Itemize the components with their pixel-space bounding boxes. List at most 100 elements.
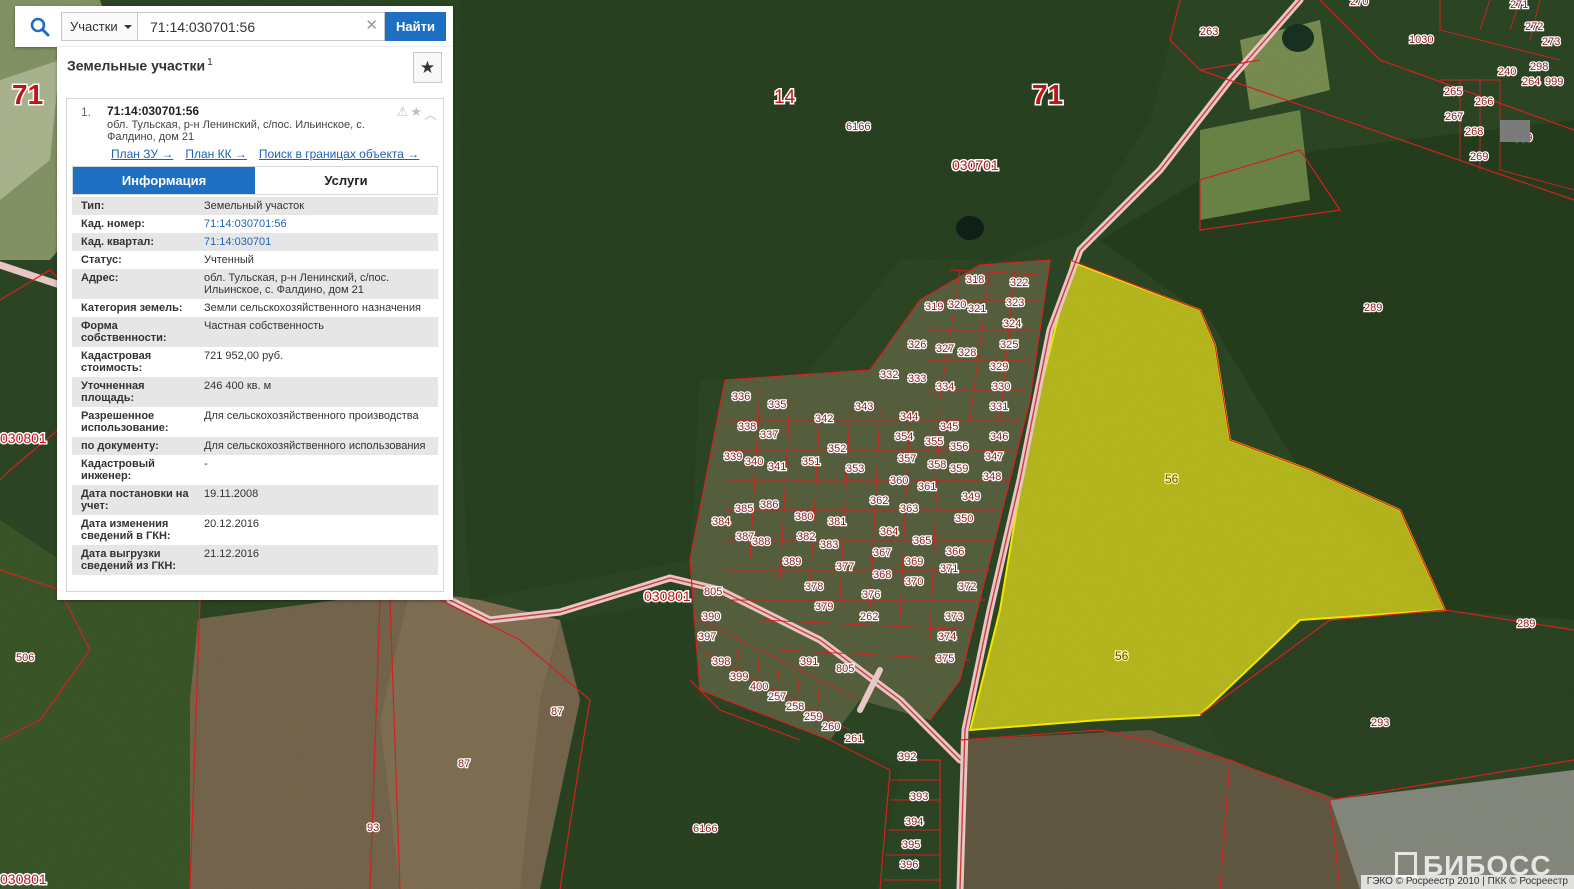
lot-label: 322 [1010,277,1028,289]
lot-label: 376 [862,589,880,601]
lot-label: 361 [918,481,936,493]
lot-label: 258 [786,701,804,713]
lot-label: 319 [925,301,943,313]
info-value: Для сельскохозяйственного использования [204,440,426,452]
find-button[interactable]: Найти [385,12,446,41]
lot-label: 398 [712,656,730,668]
search-input[interactable] [137,12,385,41]
lot-label: 383 [820,539,838,551]
parcel-label: 87 [551,706,563,718]
lot-label: 261 [845,733,863,745]
info-value-link[interactable]: 71:14:030701:56 [194,215,438,233]
lot-label: 260 [822,721,840,733]
lot-label: 382 [797,531,815,543]
info-value: Земельный участок [204,200,305,212]
info-row: Дата изменения сведений в ГКН: 20.12.2016 [72,515,438,545]
lot-label: 273 [1542,36,1560,48]
info-row: Адрес: обл. Тульская, р-н Ленинский, с/по… [72,269,438,299]
close-icon[interactable]: ✕ [365,18,378,34]
parcel-label: 93 [367,822,379,834]
lot-label: 393 [910,791,928,803]
info-key: по документу: [81,440,159,452]
lot-label: 349 [962,491,980,503]
lot-label: 339 [724,451,742,463]
lot-label: 264 [1522,76,1540,88]
lot-label: 268 [1465,126,1483,138]
info-key: Форма собственности: [81,320,167,344]
info-table: Тип: Земельный участок Кад. номер: 71:14:0… [72,197,438,575]
lot-label: 370 [905,576,923,588]
search-in-bounds-link[interactable]: Поиск в границах объекта → [259,147,419,161]
favorites-button[interactable]: ★ [413,52,442,83]
parcel-label: 805 [704,586,722,598]
chevron-up-icon[interactable]: ︿ [424,104,437,123]
info-value: 21.12.2016 [204,548,260,560]
warning-icon[interactable]: ⚠ [397,104,409,123]
lot-label: 335 [768,399,786,411]
region-label: 71 [1032,79,1063,110]
info-value: 19.11.2008 [204,488,259,500]
lot-label: 371 [940,563,958,575]
lot-label: 332 [880,369,898,381]
lot-label: 389 [783,556,801,568]
parcel-label: 506 [16,652,34,664]
lot-label: 372 [958,581,976,593]
lot-label: 379 [815,601,833,613]
lot-label: 380 [795,511,813,523]
lot-label: 395 [902,839,920,851]
lot-label: 358 [928,459,946,471]
lot-label: 367 [873,547,891,559]
map-copyright: ГЭКО © Росреестр 2010 | ПКК © Росреестр [1360,875,1574,889]
search-icon[interactable] [19,6,61,47]
results-title: Земельные участки 1 [67,57,213,74]
lot-label: 298 [1530,61,1548,73]
tab-services[interactable]: Услуги [255,167,437,194]
lot-label: 348 [983,471,1001,483]
info-value-link[interactable]: 71:14:030701 [194,233,438,251]
star-icon[interactable]: ★ [410,104,422,123]
lot-label: 377 [836,561,854,573]
result-number: 1. [81,105,92,119]
lot-label: 390 [702,611,720,623]
parcel-label: 6166 [693,823,717,835]
layer-select[interactable]: Участки [61,12,137,41]
tab-information[interactable]: Информация [73,167,255,194]
lot-label: 375 [936,653,954,665]
selected-parcel-label: 56 [1115,649,1129,663]
lot-label: 329 [990,361,1008,373]
lot-label: 257 [768,691,786,703]
lot-label: 341 [768,461,786,473]
block-label: 030801 [644,588,691,604]
lot-label: 385 [735,503,753,515]
pond [956,216,984,240]
lot-label: 369 [905,556,923,568]
block-label: 030801 [0,430,47,446]
result-tabs: Информация Услуги [72,166,438,195]
plan-kk-link[interactable]: План КК → [185,147,247,161]
lot-label: 373 [945,611,963,623]
result-card: 1. 71:14:030701:56 обл. Тульская, р-н Ле… [66,98,444,592]
lot-label: 364 [880,526,898,538]
lot-label: 328 [958,347,976,359]
lot-label: 381 [828,516,846,528]
plan-zu-link[interactable]: План ЗУ → [111,147,173,161]
info-value: 246 400 кв. м [204,380,272,392]
lot-label: 355 [925,436,943,448]
info-value: Частная собственность [204,320,325,332]
lot-label: 318 [966,274,984,286]
lot-label: 365 [913,535,931,547]
result-cadastral-number[interactable]: 71:14:030701:56 [107,104,199,118]
layer-select-label: Участки [70,19,118,34]
lot-label: 400 [750,681,768,693]
pond [1282,24,1314,52]
info-key: Тип: [81,200,105,212]
lot-label: 271 [1510,0,1528,11]
info-row: Уточненная площадь: 246 400 кв. м [72,377,438,407]
lot-label: 999 [1545,76,1563,88]
lot-label: 343 [855,401,873,413]
parcel-label: 87 [458,758,470,770]
lot-label: 397 [698,631,716,643]
info-row: Кад. номер: 71:14:030701:56 [72,215,438,233]
result-address: обл. Тульская, р-н Ленинский, с/пос. Иль… [107,119,365,143]
lot-label: 320 [948,299,966,311]
